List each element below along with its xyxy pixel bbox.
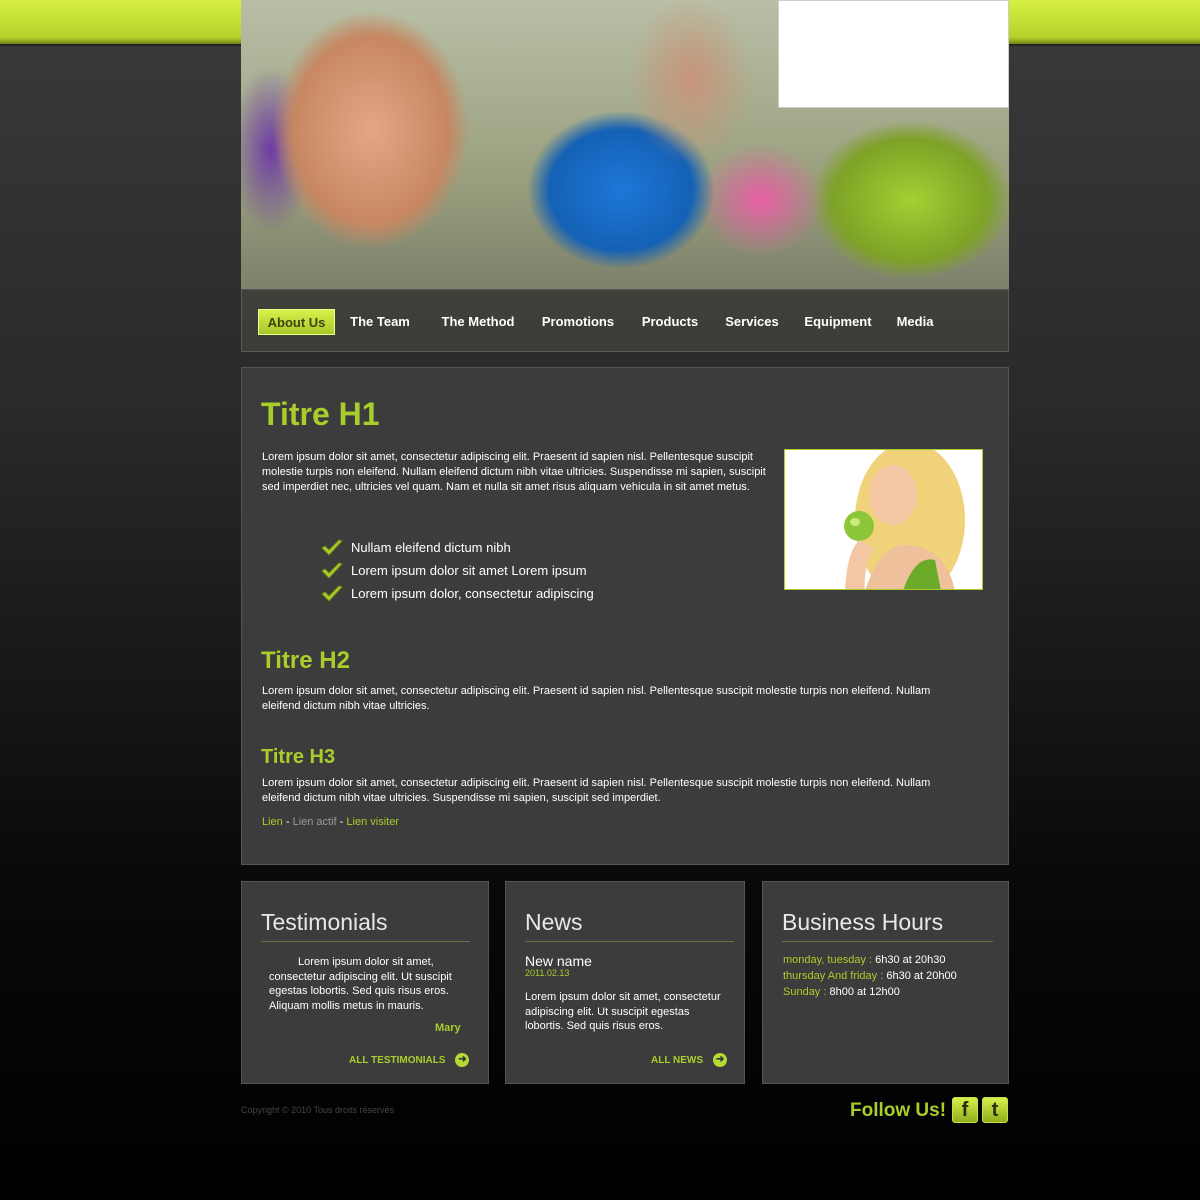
checkmark-icon: [321, 538, 343, 556]
section-heading-h2: Titre H2: [261, 647, 350, 674]
news-item-title[interactable]: New name: [525, 953, 592, 969]
h2-paragraph: Lorem ipsum dolor sit amet, consectetur …: [262, 685, 931, 712]
all-news-label: ALL NEWS: [651, 1054, 704, 1066]
copyright-text: Copyright © 2010 Tous droits réservés: [241, 1105, 395, 1115]
woman-apple-photo: [784, 449, 983, 590]
nav-products[interactable]: Products: [634, 309, 706, 335]
hours-time: 6h30 at 20h30: [872, 954, 946, 966]
divider: [782, 941, 993, 942]
header-blank-panel: [778, 0, 1009, 108]
news-item-date: 2011.02.13: [525, 968, 570, 978]
nav-the-method[interactable]: The Method: [435, 309, 521, 335]
checkmark-icon: [321, 561, 343, 579]
news-item-text: Lorem ipsum dolor sit amet, consectetur …: [525, 991, 721, 1032]
hours-time: 6h30 at 20h00: [883, 970, 957, 982]
list-item-label: Lorem ipsum dolor sit amet Lorem ipsum: [351, 563, 587, 578]
nav-about-us[interactable]: About Us: [258, 309, 335, 335]
list-item: Lorem ipsum dolor, consectetur adipiscin…: [321, 582, 594, 605]
divider: [261, 941, 470, 942]
divider: [525, 941, 734, 942]
hours-time: 8h00 at 12h00: [826, 986, 900, 998]
nav-services[interactable]: Services: [719, 309, 785, 335]
section-heading-h3: Titre H3: [261, 746, 336, 768]
testimonials-title: Testimonials: [261, 909, 388, 935]
link-default[interactable]: Lien: [262, 816, 283, 828]
all-testimonials-label: ALL TESTIMONIALS: [349, 1054, 446, 1066]
page-title: Titre H1: [261, 396, 380, 432]
arrow-right-icon: ➜: [455, 1053, 470, 1067]
h3-paragraph: Lorem ipsum dolor sit amet, consectetur …: [262, 777, 931, 804]
nav-promotions[interactable]: Promotions: [538, 309, 618, 335]
feature-list: Nullam eleifend dictum nibh Lorem ipsum …: [321, 536, 594, 605]
hours-days: thursday And friday :: [783, 970, 884, 982]
list-item-label: Nullam eleifend dictum nibh: [351, 540, 511, 555]
list-item-label: Lorem ipsum dolor, consectetur adipiscin…: [351, 586, 594, 601]
news-panel: News New name 2011.02.13 Lorem ipsum dol…: [505, 881, 745, 1084]
link-samples: Lien - Lien actif - Lien visiter: [262, 816, 399, 828]
list-item: Nullam eleifend dictum nibh: [321, 536, 594, 559]
hours-days: monday, tuesday :: [783, 954, 873, 966]
link-separator: -: [282, 816, 293, 828]
testimonial-quote: Lorem ipsum dolor sit amet, consectetur …: [269, 956, 452, 1012]
link-separator: -: [336, 816, 347, 828]
link-visited[interactable]: Lien visiter: [346, 816, 399, 828]
all-testimonials-link[interactable]: ALL TESTIMONIALS ➜: [349, 1053, 470, 1067]
nav-the-team[interactable]: The Team: [342, 309, 418, 335]
twitter-icon[interactable]: t: [982, 1097, 1008, 1123]
follow-us-label: Follow Us!: [850, 1100, 947, 1121]
arrow-right-icon: ➜: [713, 1053, 728, 1067]
testimonial-author: Mary: [435, 1022, 461, 1034]
business-hours-title: Business Hours: [782, 909, 944, 935]
news-title: News: [525, 909, 583, 935]
hours-row: monday, tuesday : 6h30 at 20h30: [783, 952, 945, 968]
hours-row: Sunday : 8h00 at 12h00: [783, 984, 900, 1000]
hours-days: Sunday :: [783, 986, 827, 998]
main-nav: About Us The Team The Method Promotions …: [241, 289, 1009, 352]
checkmark-icon: [321, 584, 343, 602]
link-active[interactable]: Lien actif: [293, 816, 337, 828]
facebook-icon[interactable]: f: [952, 1097, 978, 1123]
main-content: Titre H1 Lorem ipsum dolor sit amet, con…: [241, 367, 1009, 865]
testimonials-panel: Testimonials Lorem ipsum dolor sit amet,…: [241, 881, 489, 1084]
list-item: Lorem ipsum dolor sit amet Lorem ipsum: [321, 559, 594, 582]
nav-equipment[interactable]: Equipment: [798, 309, 878, 335]
nav-media[interactable]: Media: [890, 309, 940, 335]
business-hours-panel: Business Hours monday, tuesday : 6h30 at…: [762, 881, 1009, 1084]
hours-row: thursday And friday : 6h30 at 20h00: [783, 968, 957, 984]
intro-paragraph: Lorem ipsum dolor sit amet, consectetur …: [262, 451, 766, 493]
hero-banner: About Us The Team The Method Promotions …: [241, 0, 1009, 352]
all-news-link[interactable]: ALL NEWS ➜: [651, 1053, 728, 1067]
